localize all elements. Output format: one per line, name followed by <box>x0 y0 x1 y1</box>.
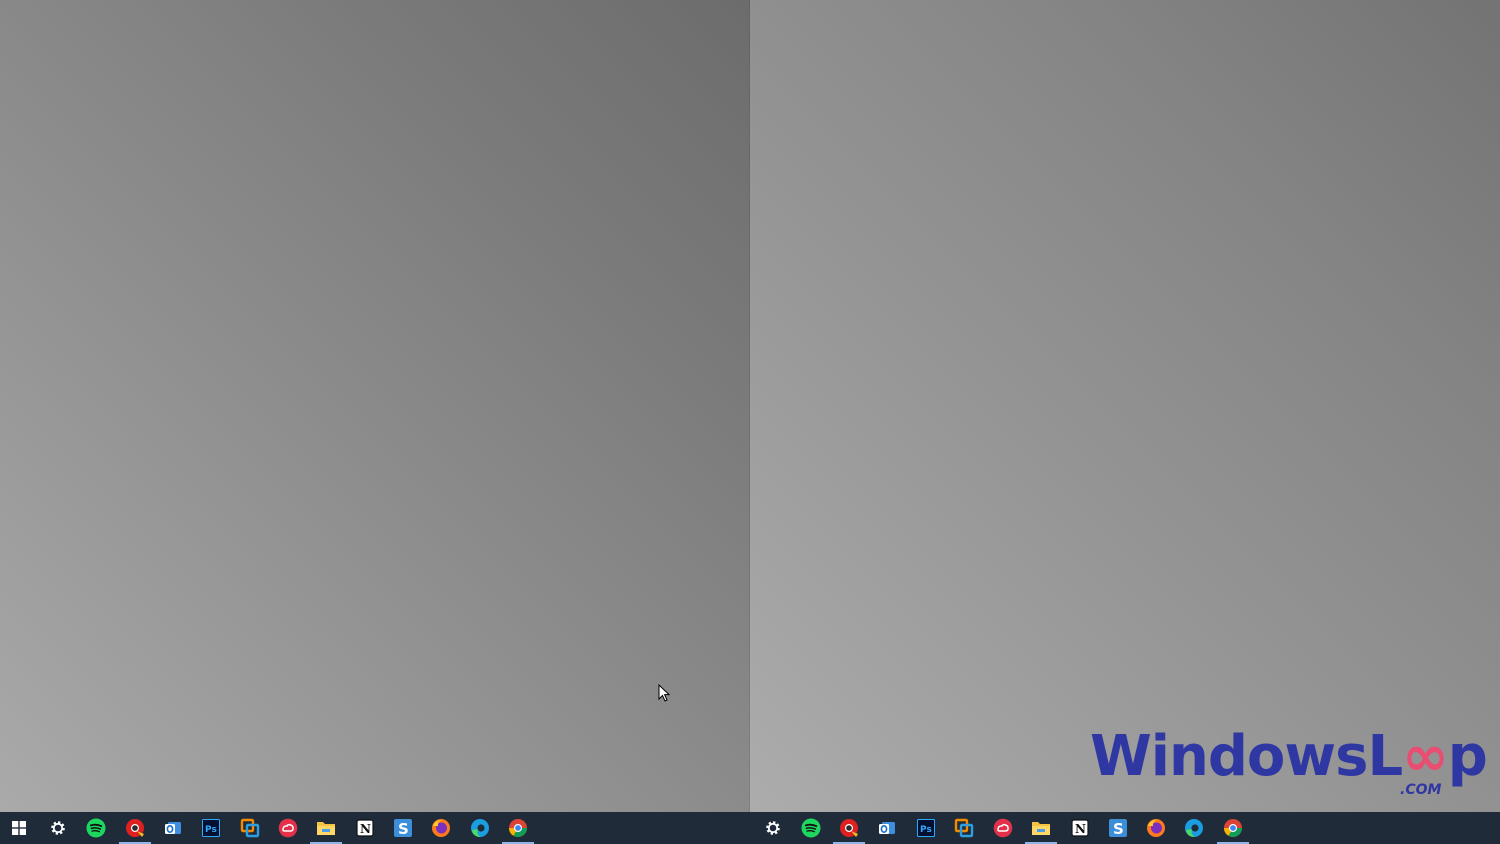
taskbar-chrome-canary[interactable] <box>830 812 868 844</box>
svg-text:S: S <box>1113 820 1124 838</box>
watermark-wordmark: WindowsL∞p <box>1090 724 1488 790</box>
gear-icon <box>766 821 780 835</box>
file-explorer-icon <box>317 822 335 835</box>
taskbar-chrome-canary[interactable] <box>116 812 154 844</box>
taskbar-photoshop[interactable]: Ps <box>907 812 945 844</box>
watermark-end: p <box>1447 724 1488 789</box>
taskbar-notion[interactable]: N <box>346 812 384 844</box>
taskbar-vmware[interactable] <box>231 812 269 844</box>
firefox-icon <box>1147 819 1165 837</box>
desktop-background-right[interactable] <box>750 0 1500 812</box>
taskbar-left: Ps N S <box>0 812 750 844</box>
vmware-icon <box>954 818 974 838</box>
photoshop-icon: Ps <box>202 819 220 837</box>
monitor-left: Ps N S <box>0 0 750 844</box>
watermark-main: WindowsL <box>1090 724 1403 789</box>
gear-icon <box>51 821 65 835</box>
taskbar-spotify[interactable] <box>77 812 115 844</box>
taskbar-settings[interactable] <box>39 812 77 844</box>
creative-cloud-icon <box>993 818 1013 838</box>
taskbar-right: Ps N S <box>750 812 1500 844</box>
edge-icon <box>471 819 489 837</box>
notion-icon: N <box>356 819 374 837</box>
taskbar-edge[interactable] <box>1175 812 1213 844</box>
svg-text:Ps: Ps <box>205 825 217 835</box>
watermark-suffix: .COM <box>1400 782 1442 798</box>
taskbar-firefox[interactable] <box>422 812 460 844</box>
windowsloop-watermark: WindowsL∞p .COM <box>1090 724 1490 804</box>
file-explorer-icon <box>1032 822 1050 835</box>
desktop-background-left[interactable] <box>0 0 750 812</box>
taskbar-edge[interactable] <box>461 812 499 844</box>
notion-icon: N <box>1071 819 1089 837</box>
simplenote-icon: S <box>1109 819 1127 838</box>
chrome-icon <box>509 819 527 838</box>
taskbar-chrome[interactable] <box>499 812 537 844</box>
svg-text:S: S <box>398 820 409 838</box>
taskbar-chrome[interactable] <box>1214 812 1252 844</box>
taskbar-creative-cloud[interactable] <box>269 812 307 844</box>
taskbar-outlook[interactable] <box>154 812 192 844</box>
outlook-icon <box>165 822 181 834</box>
firefox-icon <box>432 819 450 837</box>
svg-text:N: N <box>360 822 371 836</box>
mouse-pointer-icon <box>658 684 670 702</box>
vmware-icon <box>240 818 260 838</box>
chrome-icon <box>1224 819 1242 838</box>
taskbar-notion[interactable]: N <box>1061 812 1099 844</box>
windows-start-icon <box>12 821 26 835</box>
taskbar-simplenote[interactable]: S <box>384 812 422 844</box>
creative-cloud-icon <box>278 818 298 838</box>
svg-text:Ps: Ps <box>920 825 932 835</box>
taskbar-photoshop[interactable]: Ps <box>192 812 230 844</box>
taskbar-settings[interactable] <box>754 812 792 844</box>
spotify-icon <box>86 818 106 838</box>
taskbar-creative-cloud[interactable] <box>984 812 1022 844</box>
taskbar-firefox[interactable] <box>1137 812 1175 844</box>
edge-icon <box>1185 819 1203 837</box>
start-button[interactable] <box>0 812 38 844</box>
monitor-right: Ps N S <box>750 0 1500 844</box>
chrome-canary-icon <box>840 819 858 837</box>
taskbar-simplenote[interactable]: S <box>1099 812 1137 844</box>
dual-monitor-desktop: Ps N S Ps N S WindowsL∞p .COM <box>0 0 1500 844</box>
taskbar-spotify[interactable] <box>792 812 830 844</box>
svg-text:N: N <box>1075 822 1086 836</box>
spotify-icon <box>801 818 821 838</box>
taskbar-file-explorer[interactable] <box>1022 812 1060 844</box>
taskbar-vmware[interactable] <box>945 812 983 844</box>
chrome-canary-icon <box>126 819 144 837</box>
taskbar-outlook[interactable] <box>868 812 906 844</box>
taskbar-file-explorer[interactable] <box>307 812 345 844</box>
outlook-icon <box>879 822 895 834</box>
watermark-infinity-icon: ∞ <box>1402 724 1449 789</box>
photoshop-icon: Ps <box>917 819 935 837</box>
simplenote-icon: S <box>394 819 412 838</box>
